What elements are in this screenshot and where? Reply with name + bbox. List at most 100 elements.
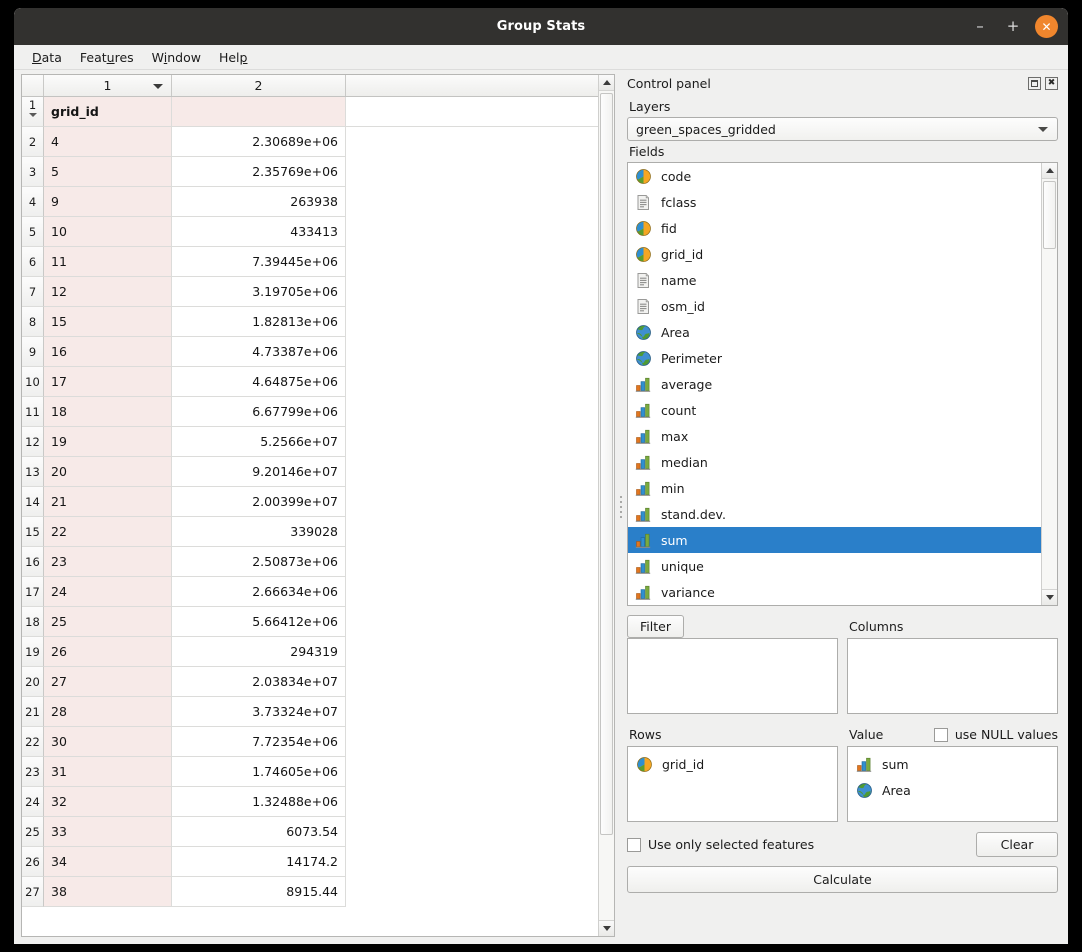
table-cell[interactable]: 4: [44, 127, 172, 157]
fields-scroll-thumb[interactable]: [1043, 181, 1056, 249]
table-cell[interactable]: 9.20146e+07: [172, 457, 346, 487]
table-cell[interactable]: 2.30689e+06: [172, 127, 346, 157]
scroll-down-icon[interactable]: [1042, 589, 1057, 605]
dropped-field-sum[interactable]: sum: [848, 751, 1057, 777]
field-list-item-fid[interactable]: fid: [628, 215, 1041, 241]
row-header[interactable]: 7: [22, 277, 44, 307]
table-row[interactable]: 11 18 6.67799e+06: [22, 397, 598, 427]
close-button[interactable]: ✕: [1035, 15, 1058, 38]
chevron-down-icon[interactable]: [28, 113, 37, 117]
table-cell[interactable]: grid_id: [44, 97, 172, 127]
row-header[interactable]: 9: [22, 337, 44, 367]
field-list-item-min[interactable]: min: [628, 475, 1041, 501]
table-cell[interactable]: 5.2566e+07: [172, 427, 346, 457]
row-header[interactable]: 26: [22, 847, 44, 877]
table-cell[interactable]: 26: [44, 637, 172, 667]
table-cell[interactable]: 27: [44, 667, 172, 697]
table-cell[interactable]: [172, 97, 346, 127]
layers-combobox[interactable]: green_spaces_gridded: [627, 117, 1058, 141]
row-header[interactable]: 21: [22, 697, 44, 727]
table-cell[interactable]: 34: [44, 847, 172, 877]
table-cell[interactable]: 11: [44, 247, 172, 277]
row-header[interactable]: 8: [22, 307, 44, 337]
pane-splitter[interactable]: [615, 70, 627, 944]
table-cell[interactable]: 7.72354e+06: [172, 727, 346, 757]
table-row[interactable]: 12 19 5.2566e+07: [22, 427, 598, 457]
field-list-item-sum[interactable]: sum: [628, 527, 1041, 553]
table-row[interactable]: 1 grid_id: [22, 97, 598, 127]
field-list-item-perimeter[interactable]: Perimeter: [628, 345, 1041, 371]
table-row[interactable]: 17 24 2.66634e+06: [22, 577, 598, 607]
table-cell[interactable]: 17: [44, 367, 172, 397]
table-cell[interactable]: 22: [44, 517, 172, 547]
row-header[interactable]: 2: [22, 127, 44, 157]
table-row[interactable]: 26 34 14174.2: [22, 847, 598, 877]
table-cell[interactable]: 33: [44, 817, 172, 847]
filter-button[interactable]: Filter: [627, 615, 684, 638]
columns-dropbox[interactable]: [847, 638, 1058, 714]
row-header[interactable]: 23: [22, 757, 44, 787]
table-row[interactable]: 7 12 3.19705e+06: [22, 277, 598, 307]
chevron-down-icon[interactable]: [153, 83, 163, 89]
table-row[interactable]: 3 5 2.35769e+06: [22, 157, 598, 187]
scroll-down-icon[interactable]: [599, 920, 614, 936]
maximize-button[interactable]: +: [1002, 16, 1024, 38]
table-cell[interactable]: 24: [44, 577, 172, 607]
field-list-item-variance[interactable]: variance: [628, 579, 1041, 605]
table-row[interactable]: 2 4 2.30689e+06: [22, 127, 598, 157]
close-icon[interactable]: ✖: [1045, 76, 1058, 90]
field-list-item-count[interactable]: count: [628, 397, 1041, 423]
table-row[interactable]: 10 17 4.64875e+06: [22, 367, 598, 397]
table-cell[interactable]: 294319: [172, 637, 346, 667]
table-cell[interactable]: 7.39445e+06: [172, 247, 346, 277]
table-cell[interactable]: 38: [44, 877, 172, 907]
field-list-item-unique[interactable]: unique: [628, 553, 1041, 579]
table-cell[interactable]: 14174.2: [172, 847, 346, 877]
row-header[interactable]: 13: [22, 457, 44, 487]
field-list-item-osm-id[interactable]: osm_id: [628, 293, 1041, 319]
table-row[interactable]: 16 23 2.50873e+06: [22, 547, 598, 577]
table-cell[interactable]: 31: [44, 757, 172, 787]
table-cell[interactable]: 2.35769e+06: [172, 157, 346, 187]
table-row[interactable]: 13 20 9.20146e+07: [22, 457, 598, 487]
table-cell[interactable]: 4.73387e+06: [172, 337, 346, 367]
minimize-button[interactable]: –: [969, 16, 991, 38]
field-list-item-stand-dev-[interactable]: stand.dev.: [628, 501, 1041, 527]
row-header[interactable]: 17: [22, 577, 44, 607]
row-header[interactable]: 25: [22, 817, 44, 847]
table-cell[interactable]: 32: [44, 787, 172, 817]
table-cell[interactable]: 25: [44, 607, 172, 637]
row-header[interactable]: 15: [22, 517, 44, 547]
table-vertical-scrollbar[interactable]: [598, 75, 614, 936]
field-list-item-fclass[interactable]: fclass: [628, 189, 1041, 215]
use-null-values-checkbox[interactable]: [933, 727, 948, 742]
chevron-down-icon[interactable]: [1038, 127, 1048, 132]
table-cell[interactable]: 5: [44, 157, 172, 187]
column-header-2[interactable]: 2: [172, 75, 346, 96]
table-scroll-thumb[interactable]: [600, 93, 613, 835]
table-cell[interactable]: 1.32488e+06: [172, 787, 346, 817]
table-cell[interactable]: 1.82813e+06: [172, 307, 346, 337]
table-cell[interactable]: 23: [44, 547, 172, 577]
row-header[interactable]: 5: [22, 217, 44, 247]
table-row[interactable]: 25 33 6073.54: [22, 817, 598, 847]
scroll-up-icon[interactable]: [1042, 163, 1057, 179]
use-only-selected-checkbox[interactable]: [627, 837, 641, 852]
table-row[interactable]: 27 38 8915.44: [22, 877, 598, 907]
table-row[interactable]: 8 15 1.82813e+06: [22, 307, 598, 337]
table-cell[interactable]: 6.67799e+06: [172, 397, 346, 427]
rows-dropbox[interactable]: grid_id: [627, 746, 838, 822]
row-header[interactable]: 10: [22, 367, 44, 397]
table-corner-cell[interactable]: [22, 75, 44, 96]
table-row[interactable]: 24 32 1.32488e+06: [22, 787, 598, 817]
table-cell[interactable]: 4.64875e+06: [172, 367, 346, 397]
table-cell[interactable]: 433413: [172, 217, 346, 247]
table-row[interactable]: 9 16 4.73387e+06: [22, 337, 598, 367]
row-header[interactable]: 27: [22, 877, 44, 907]
row-header[interactable]: 1: [22, 97, 44, 127]
field-list-item-code[interactable]: code: [628, 163, 1041, 189]
field-list-item-average[interactable]: average: [628, 371, 1041, 397]
table-row[interactable]: 6 11 7.39445e+06: [22, 247, 598, 277]
table-row[interactable]: 4 9 263938: [22, 187, 598, 217]
table-cell[interactable]: 1.74605e+06: [172, 757, 346, 787]
